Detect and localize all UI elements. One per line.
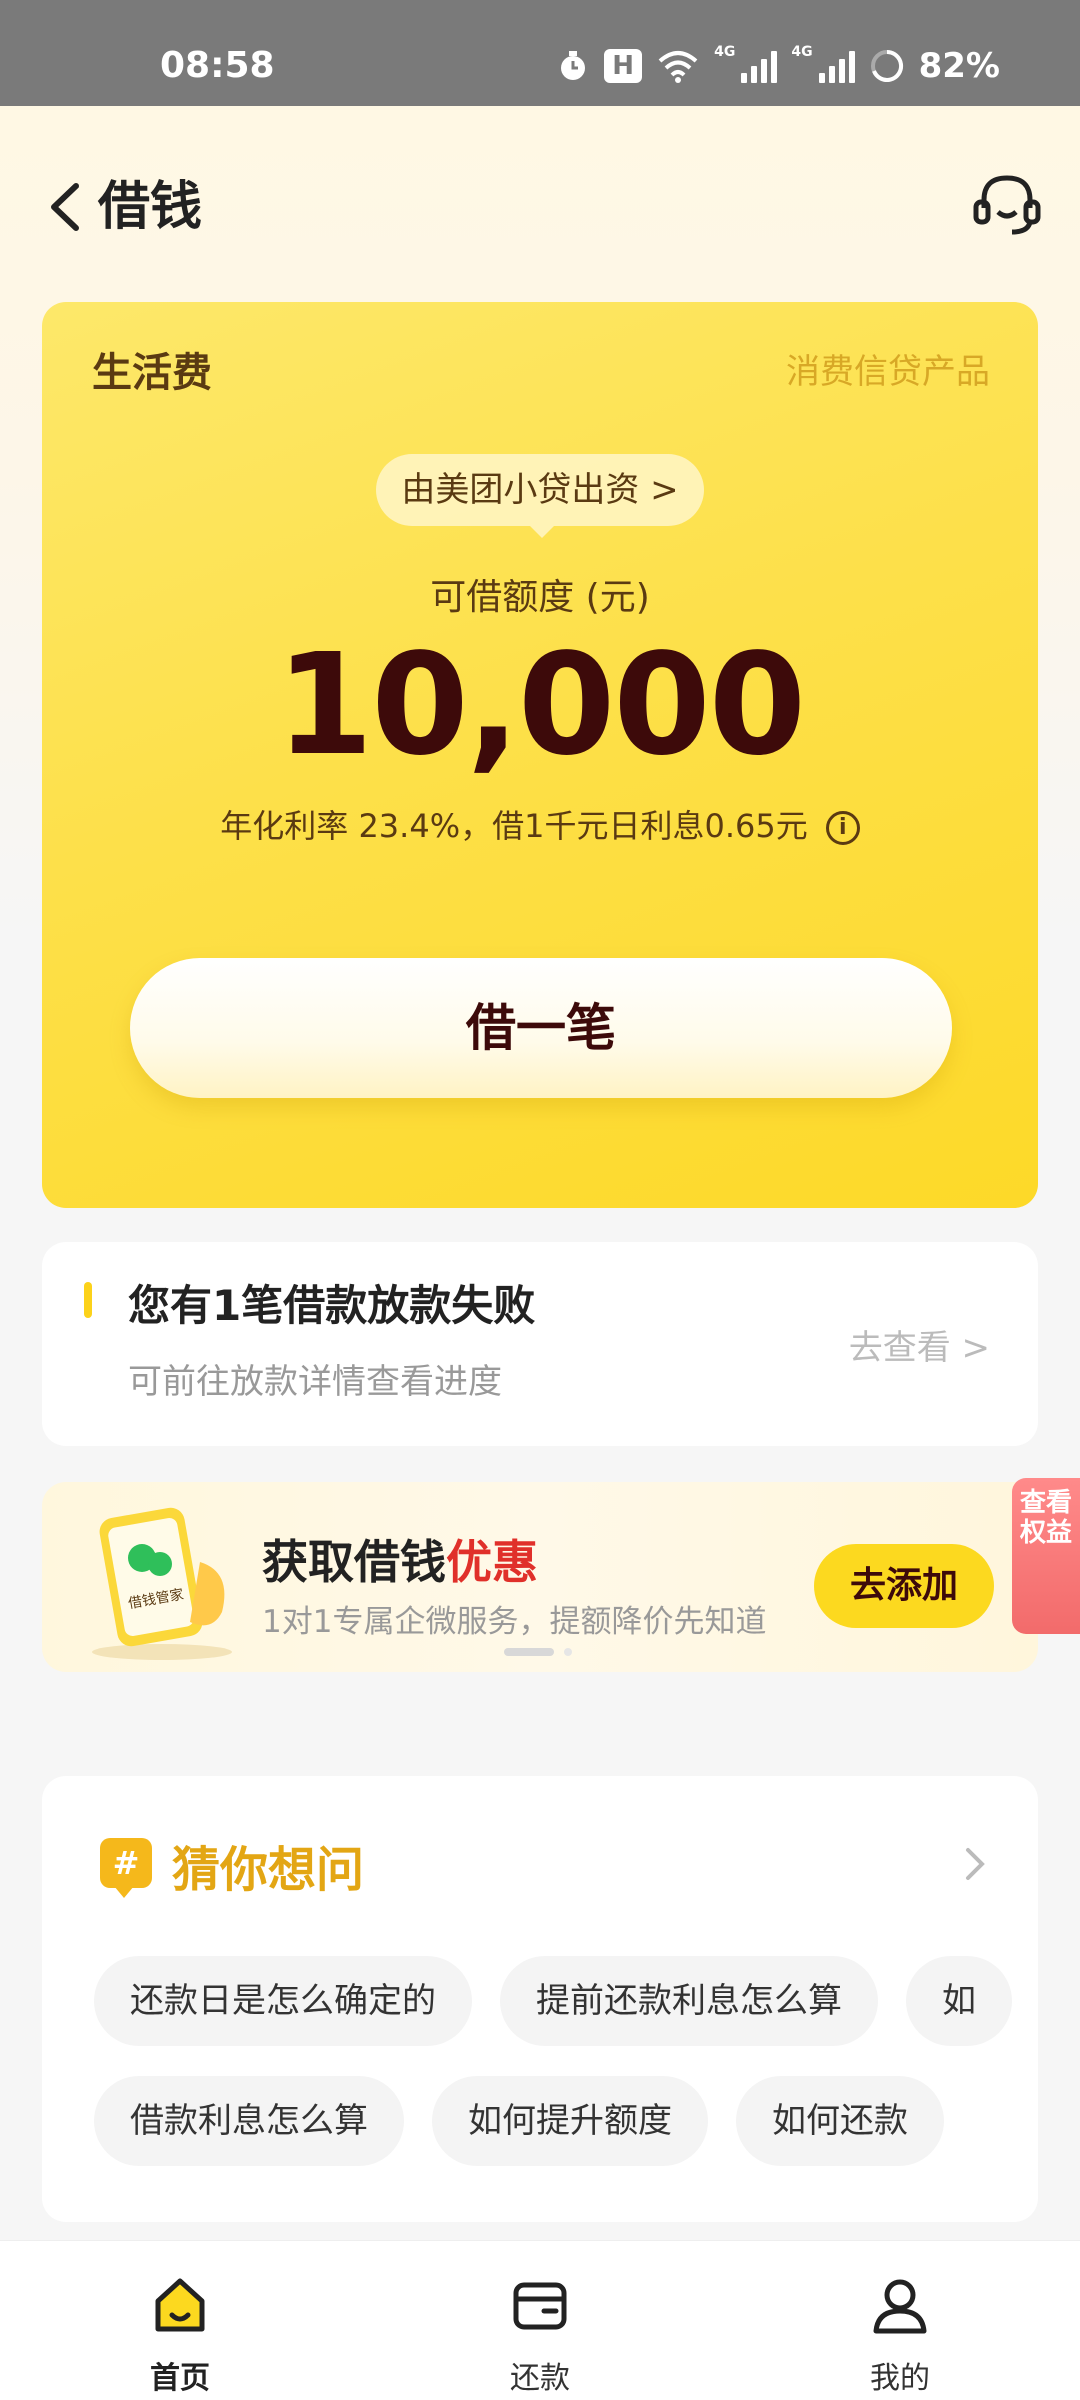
- battery-level: 82%: [918, 46, 1000, 86]
- faq-chip[interactable]: 如何提升额度: [432, 2076, 708, 2166]
- faq-chip-row-1: 还款日是怎么确定的 提前还款利息怎么算 如: [94, 1956, 1028, 2046]
- loan-card: 生活费 消费信贷产品 由美团小贷出资 > 可借额度 (元) 10,000 年化利…: [42, 302, 1038, 1208]
- page-title: 借钱: [98, 177, 203, 237]
- tab-mine[interactable]: 我的: [800, 2241, 1000, 2400]
- tab-label: 我的: [870, 2361, 930, 2396]
- tab-home[interactable]: 首页: [80, 2241, 280, 2400]
- view-benefits-badge[interactable]: 查看权益: [1012, 1478, 1080, 1634]
- status-bar: 08:58 H 4G 4G 82%: [0, 0, 1080, 106]
- faq-chips: 还款日是怎么确定的 提前还款利息怎么算 如 借款利息怎么算 如何提升额度 如何还…: [94, 1956, 1028, 2196]
- tab-repay[interactable]: 还款: [440, 2241, 640, 2400]
- promo-title-prefix: 获取借钱: [262, 1535, 446, 1589]
- notice-subtitle: 可前往放款详情查看进度: [128, 1362, 502, 1402]
- stopwatch-icon: [561, 51, 586, 80]
- chevron-right-icon[interactable]: [960, 1844, 990, 1884]
- home-icon: [155, 2278, 205, 2332]
- faq-chip[interactable]: 还款日是怎么确定的: [94, 1956, 472, 2046]
- hashtag-icon: #: [100, 1838, 152, 1898]
- wallet-icon: [513, 2282, 567, 2330]
- status-icons: H 4G 4G 82%: [556, 44, 1000, 88]
- faq-card: # 猜你想问 还款日是怎么确定的 提前还款利息怎么算 如 借款利息怎么算 如何提…: [42, 1776, 1038, 2222]
- lender-pill[interactable]: 由美团小贷出资 >: [376, 454, 704, 538]
- borrow-button[interactable]: 借一笔: [130, 958, 952, 1098]
- rate-text: 年化利率 23.4%，借1千元日利息0.65元: [220, 807, 808, 845]
- signal-icon: [741, 49, 778, 83]
- hd-icon: H: [604, 49, 643, 83]
- faq-title: 猜你想问: [172, 1842, 365, 1898]
- notice-title: 您有1笔借款放款失败: [128, 1281, 536, 1330]
- tab-label: 还款: [510, 2361, 570, 2396]
- add-button[interactable]: 去添加: [814, 1544, 994, 1628]
- nav-bar: 借钱: [0, 106, 1080, 306]
- promo-banner[interactable]: 借钱管家 获取借钱优惠 1对1专属企微服务，提额降价先知道 去添加: [42, 1482, 1038, 1672]
- back-arrow-icon[interactable]: [40, 172, 100, 242]
- network-type-label: 4G: [714, 44, 736, 60]
- limit-amount: 10,000: [275, 624, 806, 787]
- limit-label: 可借额度 (元): [430, 577, 650, 618]
- status-time: 08:58: [160, 45, 275, 86]
- faq-chip[interactable]: 如: [906, 1956, 1012, 2046]
- bottom-tab-bar: 首页 还款 我的: [0, 2240, 1080, 2400]
- faq-chip[interactable]: 提前还款利息怎么算: [500, 1956, 878, 2046]
- carousel-indicator: [504, 1648, 572, 1656]
- network-type-label-2: 4G: [791, 44, 813, 60]
- promo-title: 获取借钱优惠: [262, 1526, 538, 1592]
- faq-chip[interactable]: 如何还款: [736, 2076, 944, 2166]
- product-name: 生活费: [92, 350, 212, 396]
- notice-accent-bar: [84, 1282, 92, 1318]
- faq-chip-row-2: 借款利息怎么算 如何提升额度 如何还款: [94, 2076, 1028, 2166]
- signal-icon-2: [818, 49, 855, 83]
- view-details-link[interactable]: 去查看 >: [849, 1320, 990, 1369]
- faq-chip[interactable]: 借款利息怎么算: [94, 2076, 404, 2166]
- wifi-icon: [658, 51, 698, 83]
- promo-title-highlight: 优惠: [446, 1535, 538, 1589]
- customer-service-icon[interactable]: [970, 168, 1044, 242]
- tab-label: 首页: [150, 2361, 210, 2396]
- product-tag: 消费信贷产品: [786, 352, 990, 392]
- phone-wechat-illustration: 借钱管家: [92, 1507, 232, 1660]
- battery-ring-icon: [870, 49, 903, 82]
- rate-info: 年化利率 23.4%，借1千元日利息0.65元 i: [42, 802, 1038, 850]
- promo-subtitle: 1对1专属企微服务，提额降价先知道: [262, 1604, 767, 1640]
- user-icon: [873, 2279, 927, 2334]
- info-icon[interactable]: i: [825, 811, 860, 845]
- loan-failure-notice[interactable]: 您有1笔借款放款失败 可前往放款详情查看进度 去查看 >: [42, 1242, 1038, 1446]
